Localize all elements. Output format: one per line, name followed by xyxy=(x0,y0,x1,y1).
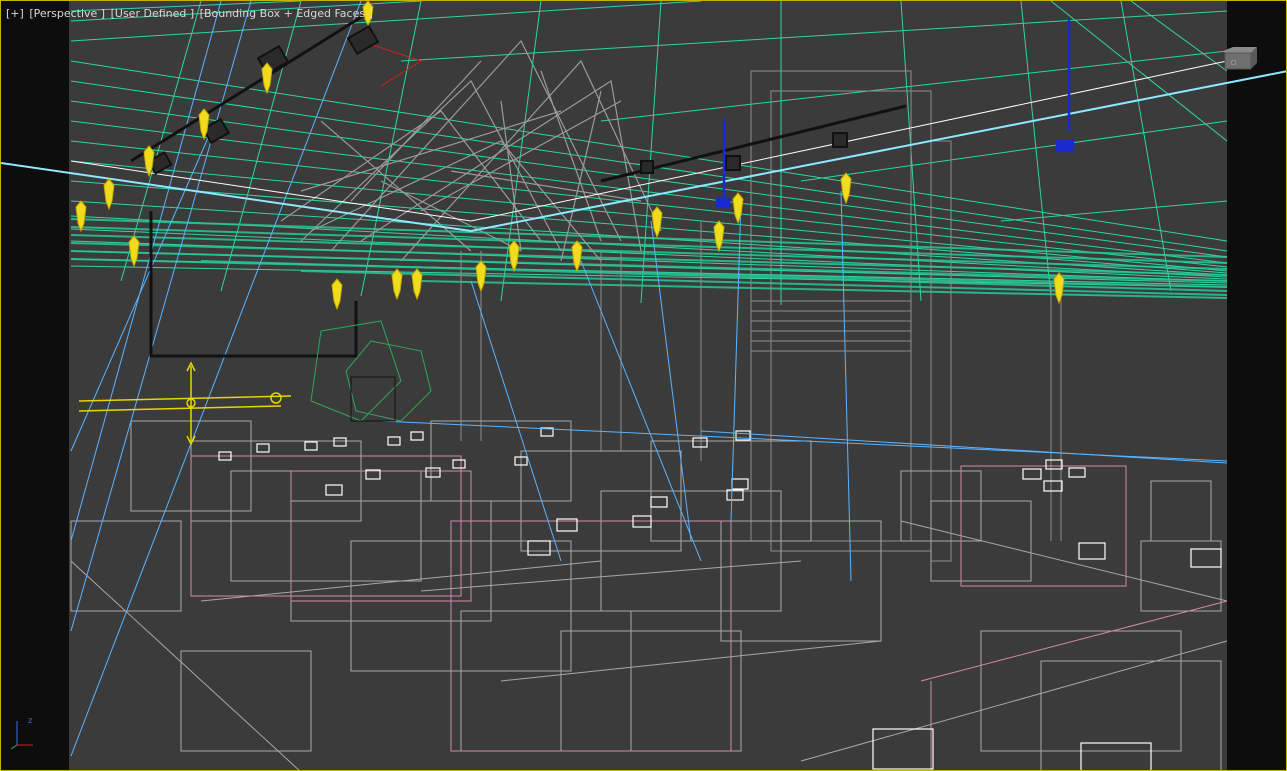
viewport-view-menu[interactable]: [Perspective ] xyxy=(28,7,106,20)
viewport-display-menu[interactable]: [User Defined ] xyxy=(110,7,196,20)
light-target-lines xyxy=(70,1,1228,757)
viewport-plus-menu[interactable]: [+] xyxy=(5,7,25,20)
spot-fixtures xyxy=(147,24,848,175)
axis-tripod: z xyxy=(9,715,43,751)
ceiling-band xyxy=(70,218,1228,299)
axis-tripod-icon: z xyxy=(10,716,33,750)
viewport-shading-menu[interactable]: [Bounding Box + Edged Faces ] xyxy=(199,7,374,20)
wireframe-scene[interactable] xyxy=(1,1,1287,771)
axis-z-label: z xyxy=(28,716,32,725)
svg-text:◻: ◻ xyxy=(1231,59,1236,66)
left-safe-frame xyxy=(1,1,69,770)
monitor-objects xyxy=(218,427,1222,770)
move-gizmo xyxy=(78,361,292,446)
viewcube-shape: ◻ xyxy=(1223,47,1257,70)
blue-light-objects xyxy=(715,19,1075,209)
perspective-viewport[interactable]: [+] [Perspective ] [User Defined ] [Boun… xyxy=(0,0,1287,771)
viewport-label-menu: [+] [Perspective ] [User Defined ] [Boun… xyxy=(5,7,374,20)
selected-beam xyxy=(1,70,1286,233)
right-safe-frame xyxy=(1227,1,1286,770)
shelving-wire xyxy=(460,70,1062,562)
viewcube-icon[interactable]: ◻ xyxy=(1217,45,1259,71)
selected-desks-wire xyxy=(190,455,1228,770)
camera-object-wire xyxy=(310,320,432,422)
track-rails xyxy=(130,9,907,358)
